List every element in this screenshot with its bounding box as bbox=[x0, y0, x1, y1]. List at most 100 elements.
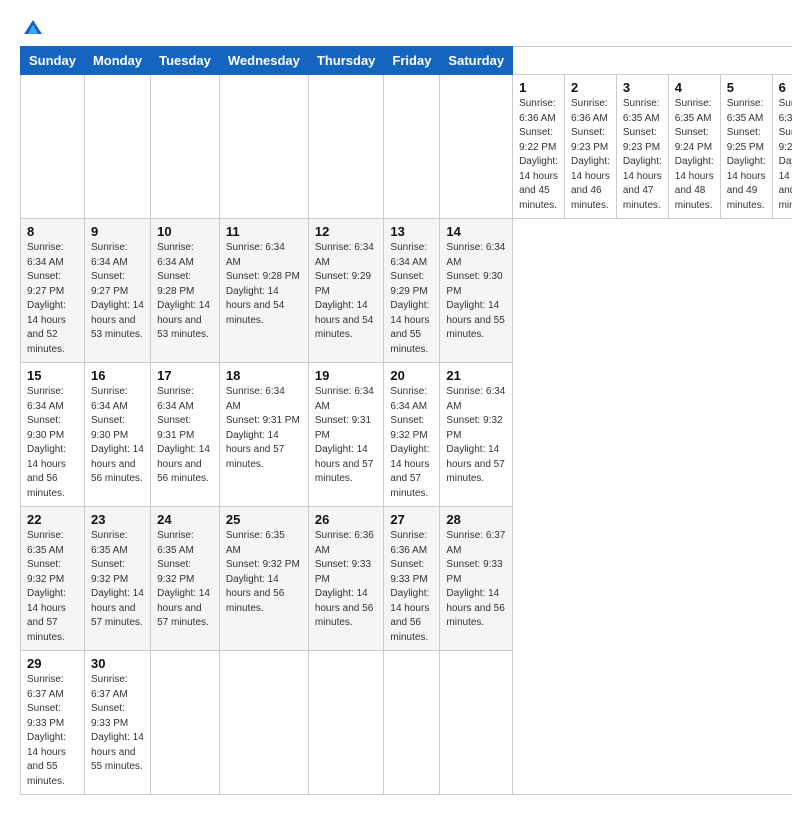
day-number: 23 bbox=[91, 512, 144, 527]
day-number: 4 bbox=[675, 80, 714, 95]
calendar-week-row: 29 Sunrise: 6:37 AMSunset: 9:33 PMDayligh… bbox=[21, 651, 792, 795]
calendar-body: 1 Sunrise: 6:36 AMSunset: 9:22 PMDaylight… bbox=[21, 75, 792, 795]
calendar-cell: 12 Sunrise: 6:34 AMSunset: 9:29 PMDayligh… bbox=[308, 219, 384, 363]
day-number: 22 bbox=[27, 512, 78, 527]
day-number: 12 bbox=[315, 224, 378, 239]
day-number: 25 bbox=[226, 512, 302, 527]
day-number: 16 bbox=[91, 368, 144, 383]
logo-icon bbox=[24, 20, 42, 34]
day-info: Sunrise: 6:35 AMSunset: 9:32 PMDaylight:… bbox=[27, 529, 78, 645]
day-number: 18 bbox=[226, 368, 302, 383]
calendar-cell bbox=[440, 75, 513, 219]
calendar-cell: 28 Sunrise: 6:37 AMSunset: 9:33 PMDayligh… bbox=[440, 507, 513, 651]
weekday-header-saturday: Saturday bbox=[440, 47, 513, 75]
calendar-cell: 8Sunrise: 6:34 AMSunset: 9:27 PMDaylight… bbox=[21, 219, 85, 363]
calendar-cell: 18Sunrise: 6:34 AMSunset: 9:31 PMDayligh… bbox=[219, 363, 308, 507]
calendar-cell bbox=[84, 75, 150, 219]
weekday-header-wednesday: Wednesday bbox=[219, 47, 308, 75]
day-info: Sunrise: 6:36 AMSunset: 9:33 PMDaylight:… bbox=[390, 529, 433, 645]
calendar-cell: 10Sunrise: 6:34 AMSunset: 9:28 PMDayligh… bbox=[151, 219, 220, 363]
calendar-table: SundayMondayTuesdayWednesdayThursdayFrid… bbox=[20, 46, 792, 795]
logo bbox=[20, 20, 42, 34]
calendar-cell bbox=[308, 75, 384, 219]
calendar-cell bbox=[384, 75, 440, 219]
day-number: 24 bbox=[157, 512, 213, 527]
calendar-header-row: SundayMondayTuesdayWednesdayThursdayFrid… bbox=[21, 47, 792, 75]
calendar-cell: 23 Sunrise: 6:35 AMSunset: 9:32 PMDayligh… bbox=[84, 507, 150, 651]
calendar-cell: 6 Sunrise: 6:35 AMSunset: 9:25 PMDaylight… bbox=[772, 75, 792, 219]
calendar-cell bbox=[308, 651, 384, 795]
day-info: Sunrise: 6:34 AMSunset: 9:28 PMDaylight:… bbox=[226, 241, 302, 328]
calendar-cell: 15 Sunrise: 6:34 AMSunset: 9:30 PMDayligh… bbox=[21, 363, 85, 507]
calendar-cell: 4 Sunrise: 6:35 AMSunset: 9:24 PMDaylight… bbox=[668, 75, 720, 219]
day-info: Sunrise: 6:35 AMSunset: 9:32 PMDaylight:… bbox=[157, 529, 213, 631]
day-info: Sunrise: 6:35 AMSunset: 9:32 PMDaylight:… bbox=[91, 529, 144, 631]
day-number: 20 bbox=[390, 368, 433, 383]
day-info: Sunrise: 6:34 AMSunset: 9:31 PMDaylight:… bbox=[157, 385, 213, 487]
day-info: Sunrise: 6:34 AMSunset: 9:27 PMDaylight:… bbox=[27, 241, 78, 357]
calendar-cell: 20 Sunrise: 6:34 AMSunset: 9:32 PMDayligh… bbox=[384, 363, 440, 507]
day-info: Sunrise: 6:37 AMSunset: 9:33 PMDaylight:… bbox=[27, 673, 78, 789]
day-number: 30 bbox=[91, 656, 144, 671]
calendar-cell: 27 Sunrise: 6:36 AMSunset: 9:33 PMDayligh… bbox=[384, 507, 440, 651]
day-number: 28 bbox=[446, 512, 506, 527]
calendar-cell: 9Sunrise: 6:34 AMSunset: 9:27 PMDaylight… bbox=[84, 219, 150, 363]
day-info: Sunrise: 6:34 AMSunset: 9:29 PMDaylight:… bbox=[390, 241, 433, 357]
calendar-cell: 17Sunrise: 6:34 AMSunset: 9:31 PMDayligh… bbox=[151, 363, 220, 507]
day-info: Sunrise: 6:36 AMSunset: 9:22 PMDaylight:… bbox=[519, 97, 558, 213]
calendar-cell bbox=[151, 651, 220, 795]
day-number: 29 bbox=[27, 656, 78, 671]
calendar-week-row: 1 Sunrise: 6:36 AMSunset: 9:22 PMDaylight… bbox=[21, 75, 792, 219]
weekday-header-thursday: Thursday bbox=[308, 47, 384, 75]
day-info: Sunrise: 6:35 AMSunset: 9:32 PMDaylight:… bbox=[226, 529, 302, 616]
calendar-week-row: 22 Sunrise: 6:35 AMSunset: 9:32 PMDayligh… bbox=[21, 507, 792, 651]
day-info: Sunrise: 6:34 AMSunset: 9:30 PMDaylight:… bbox=[27, 385, 78, 501]
calendar-cell: 1 Sunrise: 6:36 AMSunset: 9:22 PMDaylight… bbox=[513, 75, 565, 219]
calendar-cell: 3 Sunrise: 6:35 AMSunset: 9:23 PMDaylight… bbox=[616, 75, 668, 219]
calendar-cell: 19 Sunrise: 6:34 AMSunset: 9:31 PMDayligh… bbox=[308, 363, 384, 507]
page-header bbox=[20, 20, 772, 34]
weekday-header-monday: Monday bbox=[84, 47, 150, 75]
calendar-cell: 11Sunrise: 6:34 AMSunset: 9:28 PMDayligh… bbox=[219, 219, 308, 363]
calendar-cell: 2Sunrise: 6:36 AMSunset: 9:23 PMDaylight… bbox=[564, 75, 616, 219]
day-number: 1 bbox=[519, 80, 558, 95]
calendar-week-row: 15 Sunrise: 6:34 AMSunset: 9:30 PMDayligh… bbox=[21, 363, 792, 507]
weekday-header-tuesday: Tuesday bbox=[151, 47, 220, 75]
day-info: Sunrise: 6:34 AMSunset: 9:32 PMDaylight:… bbox=[446, 385, 506, 487]
day-number: 14 bbox=[446, 224, 506, 239]
calendar-cell bbox=[151, 75, 220, 219]
day-number: 3 bbox=[623, 80, 662, 95]
calendar-cell: 25 Sunrise: 6:35 AMSunset: 9:32 PMDayligh… bbox=[219, 507, 308, 651]
calendar-cell: 5 Sunrise: 6:35 AMSunset: 9:25 PMDaylight… bbox=[720, 75, 772, 219]
day-number: 13 bbox=[390, 224, 433, 239]
day-number: 27 bbox=[390, 512, 433, 527]
day-number: 5 bbox=[727, 80, 766, 95]
calendar-cell: 22 Sunrise: 6:35 AMSunset: 9:32 PMDayligh… bbox=[21, 507, 85, 651]
day-info: Sunrise: 6:36 AMSunset: 9:33 PMDaylight:… bbox=[315, 529, 378, 631]
day-number: 26 bbox=[315, 512, 378, 527]
day-number: 6 bbox=[779, 80, 792, 95]
day-info: Sunrise: 6:35 AMSunset: 9:25 PMDaylight:… bbox=[779, 97, 792, 213]
day-info: Sunrise: 6:35 AMSunset: 9:25 PMDaylight:… bbox=[727, 97, 766, 213]
calendar-week-row: 8Sunrise: 6:34 AMSunset: 9:27 PMDaylight… bbox=[21, 219, 792, 363]
day-info: Sunrise: 6:36 AMSunset: 9:23 PMDaylight:… bbox=[571, 97, 610, 213]
calendar-cell: 24 Sunrise: 6:35 AMSunset: 9:32 PMDayligh… bbox=[151, 507, 220, 651]
calendar-cell: 14Sunrise: 6:34 AMSunset: 9:30 PMDayligh… bbox=[440, 219, 513, 363]
calendar-cell bbox=[21, 75, 85, 219]
calendar-cell bbox=[219, 75, 308, 219]
calendar-cell: 16Sunrise: 6:34 AMSunset: 9:30 PMDayligh… bbox=[84, 363, 150, 507]
calendar-cell bbox=[219, 651, 308, 795]
day-info: Sunrise: 6:35 AMSunset: 9:24 PMDaylight:… bbox=[675, 97, 714, 213]
day-number: 9 bbox=[91, 224, 144, 239]
day-info: Sunrise: 6:34 AMSunset: 9:31 PMDaylight:… bbox=[315, 385, 378, 487]
day-info: Sunrise: 6:34 AMSunset: 9:32 PMDaylight:… bbox=[390, 385, 433, 501]
day-number: 19 bbox=[315, 368, 378, 383]
day-number: 10 bbox=[157, 224, 213, 239]
calendar-cell: 29 Sunrise: 6:37 AMSunset: 9:33 PMDayligh… bbox=[21, 651, 85, 795]
day-info: Sunrise: 6:35 AMSunset: 9:23 PMDaylight:… bbox=[623, 97, 662, 213]
calendar-cell: 13 Sunrise: 6:34 AMSunset: 9:29 PMDayligh… bbox=[384, 219, 440, 363]
day-number: 15 bbox=[27, 368, 78, 383]
day-info: Sunrise: 6:37 AMSunset: 9:33 PMDaylight:… bbox=[446, 529, 506, 631]
day-number: 21 bbox=[446, 368, 506, 383]
day-info: Sunrise: 6:34 AMSunset: 9:29 PMDaylight:… bbox=[315, 241, 378, 343]
